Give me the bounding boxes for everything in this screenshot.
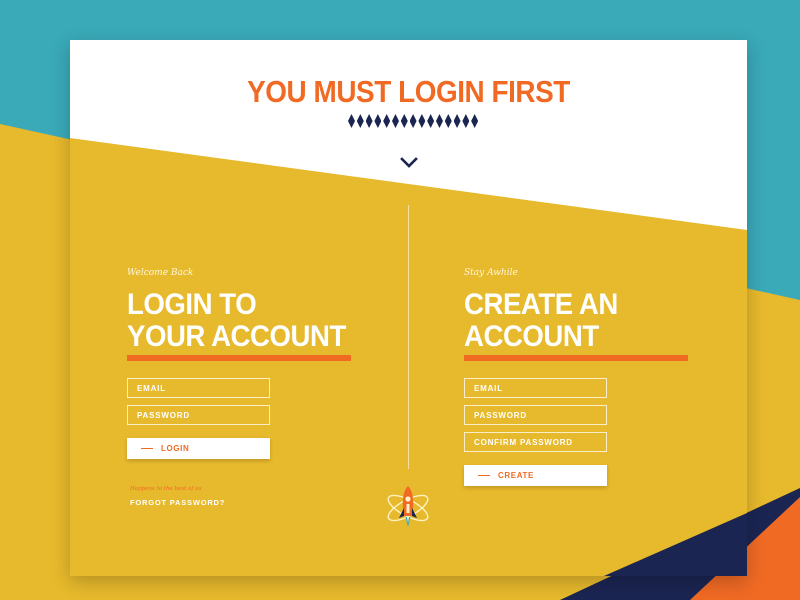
chevron-down-icon[interactable] bbox=[400, 157, 418, 169]
button-dash bbox=[478, 475, 490, 476]
login-heading: LOGIN TO YOUR ACCOUNT bbox=[127, 289, 348, 353]
login-card: YOU MUST LOGIN FIRST Welcome Back LOGIN … bbox=[70, 40, 747, 576]
login-button-label: LOGIN bbox=[161, 444, 190, 453]
login-button[interactable]: LOGIN bbox=[127, 438, 270, 459]
login-password-field[interactable]: PASSWORD bbox=[127, 405, 270, 425]
create-confirm-password-field[interactable]: CONFIRM PASSWORD bbox=[464, 432, 607, 452]
diamond-icon bbox=[400, 114, 408, 128]
create-button-label: CREATE bbox=[498, 471, 534, 480]
create-heading-line1: CREATE AN bbox=[464, 288, 618, 321]
create-heading: CREATE AN ACCOUNT bbox=[464, 289, 685, 353]
create-eyebrow: Stay Awhile bbox=[464, 268, 518, 278]
diamond-icon bbox=[383, 114, 391, 128]
create-email-field[interactable]: EMAIL bbox=[464, 378, 607, 398]
column-divider bbox=[408, 205, 409, 469]
diamond-icon bbox=[409, 114, 417, 128]
diamond-icon bbox=[356, 114, 364, 128]
diamond-icon bbox=[391, 114, 399, 128]
card-white-header bbox=[70, 40, 747, 230]
diamond-icon bbox=[365, 114, 373, 128]
create-button[interactable]: CREATE bbox=[464, 465, 607, 486]
forgot-tagline: Happens to the best of us bbox=[130, 486, 202, 492]
forgot-password-link[interactable]: FORGOT PASSWORD? bbox=[130, 498, 225, 507]
create-heading-underline bbox=[464, 355, 688, 361]
diamond-icon bbox=[418, 114, 426, 128]
card-navy-corner bbox=[604, 513, 747, 576]
page-title: YOU MUST LOGIN FIRST bbox=[247, 74, 570, 109]
create-password-field[interactable]: PASSWORD bbox=[464, 405, 607, 425]
login-heading-underline bbox=[127, 355, 351, 361]
button-dash bbox=[141, 448, 153, 449]
login-heading-line1: LOGIN TO bbox=[127, 288, 257, 321]
diamond-pattern bbox=[348, 114, 479, 128]
diamond-icon bbox=[435, 114, 443, 128]
create-heading-line2: ACCOUNT bbox=[464, 320, 599, 353]
login-heading-line2: YOUR ACCOUNT bbox=[127, 320, 346, 353]
diamond-icon bbox=[444, 114, 452, 128]
create-account-form: Stay Awhile CREATE AN ACCOUNT EMAIL PASS… bbox=[464, 268, 704, 486]
diamond-icon bbox=[374, 114, 382, 128]
login-form: Welcome Back LOGIN TO YOUR ACCOUNT EMAIL… bbox=[127, 268, 367, 459]
rocket-icon bbox=[387, 486, 429, 527]
diamond-icon bbox=[471, 114, 479, 128]
diamond-icon bbox=[427, 114, 435, 128]
diamond-icon bbox=[348, 114, 355, 128]
diamond-icon bbox=[453, 114, 461, 128]
diamond-icon bbox=[462, 114, 470, 128]
login-eyebrow: Welcome Back bbox=[127, 268, 194, 278]
login-email-field[interactable]: EMAIL bbox=[127, 378, 270, 398]
